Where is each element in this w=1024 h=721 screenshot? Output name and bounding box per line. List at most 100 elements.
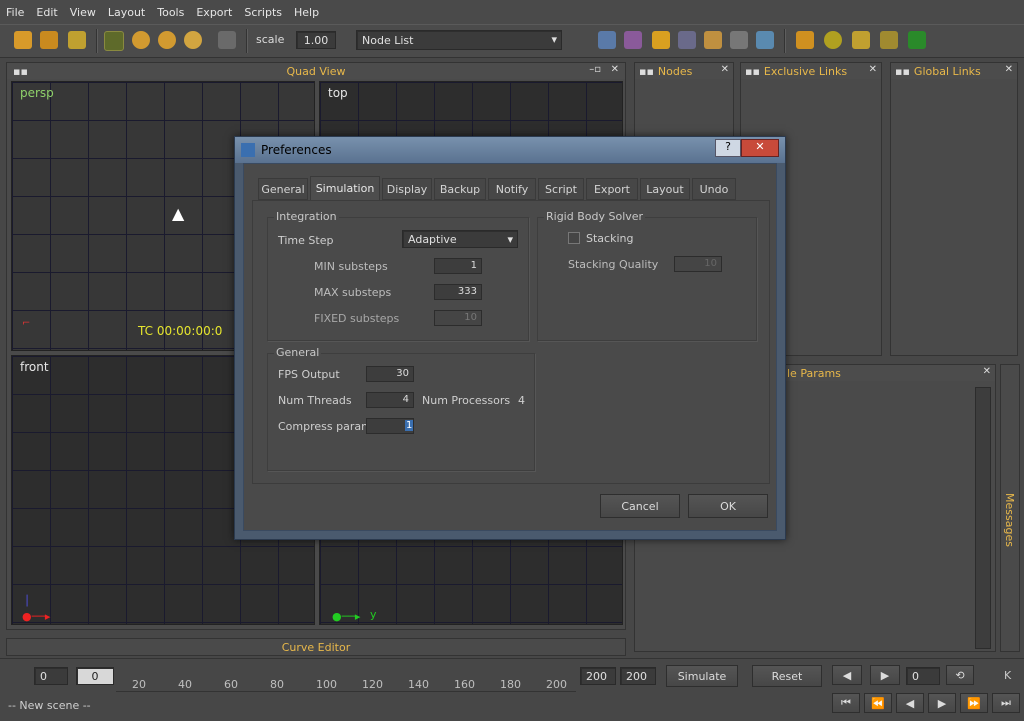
tab-backup[interactable]: Backup xyxy=(434,178,486,200)
first-frame-button[interactable]: ⏮ xyxy=(832,693,860,713)
new-file-icon[interactable] xyxy=(14,31,32,49)
num-threads-input[interactable]: 4 xyxy=(366,392,414,408)
menu-view[interactable]: View xyxy=(64,6,102,19)
last-frame-button[interactable]: ⏭ xyxy=(992,693,1020,713)
integration-title: Integration xyxy=(274,210,339,223)
ok-button[interactable]: OK xyxy=(688,494,768,518)
axis-z-icon: │ xyxy=(24,596,31,607)
status-text: -- New scene -- xyxy=(8,699,91,712)
panel-grip-icon: ▪▪ xyxy=(639,64,654,78)
step-back-button[interactable]: ⏪ xyxy=(864,693,892,713)
compress-param-input[interactable]: 1 xyxy=(366,418,414,434)
node-list-value: Node List xyxy=(362,33,414,47)
min-substeps-input[interactable]: 1 xyxy=(434,258,482,274)
particles-icon[interactable] xyxy=(598,31,616,49)
menu-layout[interactable]: Layout xyxy=(102,6,151,19)
prev-button[interactable]: ◀ xyxy=(832,665,862,685)
tab-export[interactable]: Export xyxy=(586,178,638,200)
play-icon[interactable] xyxy=(908,31,926,49)
chevron-down-icon: ▾ xyxy=(551,33,557,46)
joint-icon[interactable] xyxy=(624,31,642,49)
params-scrollbar[interactable] xyxy=(975,387,991,649)
simulate-icon[interactable] xyxy=(796,31,814,49)
menu-scripts[interactable]: Scripts xyxy=(238,6,288,19)
forward-button[interactable]: ▶ xyxy=(928,693,956,713)
messages-panel[interactable]: Messages xyxy=(1000,364,1020,652)
frame-input[interactable]: 0 xyxy=(906,667,940,685)
chevron-down-icon: ▾ xyxy=(507,232,513,246)
time-step-value: Adaptive xyxy=(408,232,457,246)
close-icon[interactable]: ✕ xyxy=(721,64,729,75)
close-icon[interactable]: ✕ xyxy=(869,64,877,75)
fixed-substeps-input[interactable]: 10 xyxy=(434,310,482,326)
start-frame-input[interactable]: 0 xyxy=(34,667,68,685)
menu-tools[interactable]: Tools xyxy=(151,6,190,19)
fps-output-input[interactable]: 30 xyxy=(366,366,414,382)
simulate-button[interactable]: Simulate xyxy=(666,665,738,687)
cache-icon[interactable] xyxy=(852,31,870,49)
compress-param-label: Compress param xyxy=(278,420,372,433)
scale-input[interactable]: 1.00 xyxy=(296,31,336,49)
reset-button[interactable]: Reset xyxy=(752,665,822,687)
reset-icon[interactable] xyxy=(824,31,842,49)
help-button[interactable]: ? xyxy=(715,139,741,157)
mouse-cursor-icon: ▲ xyxy=(172,204,185,223)
play-button[interactable]: ▶ xyxy=(870,665,900,685)
timeline-tick: 20 xyxy=(132,678,146,691)
menu-export[interactable]: Export xyxy=(190,6,238,19)
stacking-quality-input[interactable]: 10 xyxy=(674,256,722,272)
minimize-icon[interactable]: –▫ xyxy=(589,64,601,75)
fluid-icon[interactable] xyxy=(756,31,774,49)
menu-edit[interactable]: Edit xyxy=(30,6,63,19)
dialog-title-bar[interactable]: Preferences ? ✕ xyxy=(235,137,785,163)
soft-body-icon[interactable] xyxy=(704,31,722,49)
time-step-dropdown[interactable]: Adaptive ▾ xyxy=(402,230,518,248)
axis-x-icon: ●──▸ xyxy=(22,610,51,623)
tab-script[interactable]: Script xyxy=(538,178,584,200)
curve-editor-title: Curve Editor xyxy=(281,641,351,654)
axis-gizmo-icon: ⌐ xyxy=(22,318,31,329)
tab-undo[interactable]: Undo xyxy=(692,178,736,200)
stacking-checkbox[interactable] xyxy=(568,232,580,244)
close-icon[interactable]: ✕ xyxy=(611,64,619,75)
tab-layout[interactable]: Layout xyxy=(640,178,690,200)
select-arrow-icon[interactable] xyxy=(104,31,124,51)
tab-display[interactable]: Display xyxy=(382,178,432,200)
messages-title: Messages xyxy=(1003,493,1016,547)
rotate-icon[interactable] xyxy=(132,31,150,49)
tab-simulation[interactable]: Simulation xyxy=(310,176,380,200)
key-button[interactable]: K xyxy=(1004,669,1011,682)
app-logo-icon xyxy=(241,143,255,157)
cancel-button[interactable]: Cancel xyxy=(600,494,680,518)
spring-icon[interactable] xyxy=(678,31,696,49)
export-icon[interactable] xyxy=(880,31,898,49)
max-substeps-input[interactable]: 333 xyxy=(434,284,482,300)
general-title: General xyxy=(274,346,322,359)
menu-file[interactable]: File xyxy=(0,6,30,19)
close-icon[interactable]: ✕ xyxy=(1005,64,1013,75)
back-button[interactable]: ◀ xyxy=(896,693,924,713)
save-icon[interactable] xyxy=(68,31,86,49)
tab-notify[interactable]: Notify xyxy=(488,178,536,200)
node-list-dropdown[interactable]: Node List ▾ xyxy=(356,30,562,50)
camera-icon[interactable] xyxy=(730,31,748,49)
tab-general[interactable]: General xyxy=(258,178,308,200)
scale-icon[interactable] xyxy=(184,31,202,49)
panel-grip-icon: ▪▪ xyxy=(745,64,760,78)
timeline-tick: 80 xyxy=(270,678,284,691)
move-icon[interactable] xyxy=(158,31,176,49)
close-button[interactable]: ✕ xyxy=(741,139,779,157)
close-icon[interactable]: ✕ xyxy=(983,366,991,377)
rigid-body-icon[interactable] xyxy=(652,31,670,49)
curve-editor-panel[interactable]: Curve Editor xyxy=(6,638,626,656)
global-links-panel: ▪▪ Global Links ✕ xyxy=(890,62,1018,356)
open-folder-icon[interactable] xyxy=(40,31,58,49)
step-forward-button[interactable]: ⏩ xyxy=(960,693,988,713)
end-frame-input[interactable]: 200 xyxy=(580,667,616,685)
constraint-icon[interactable] xyxy=(218,31,236,49)
menu-help[interactable]: Help xyxy=(288,6,325,19)
current-frame-input[interactable]: 0 xyxy=(76,667,114,685)
end-range-input[interactable]: 200 xyxy=(620,667,656,685)
loop-icon[interactable]: ⟲ xyxy=(946,665,974,685)
quad-view-header: ▪▪ Quad View –▫ ✕ xyxy=(7,63,625,79)
